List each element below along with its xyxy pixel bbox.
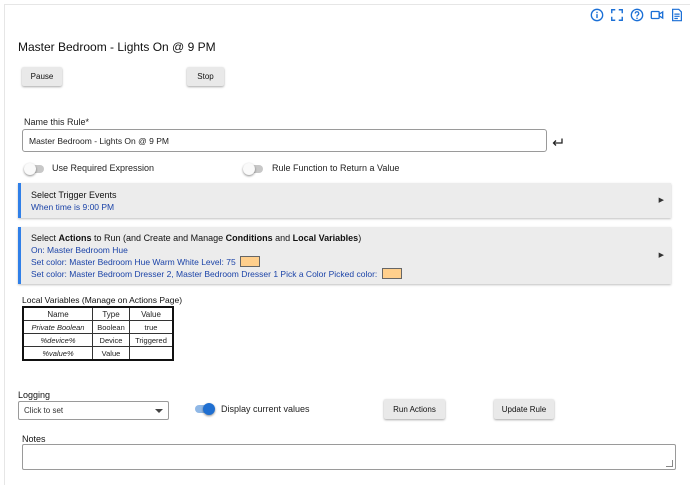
return-icon — [552, 138, 563, 149]
action-line-1: On: Master Bedroom Hue — [31, 245, 128, 255]
fullscreen-icon[interactable] — [610, 8, 624, 22]
column-header: Type — [92, 306, 130, 321]
video-icon[interactable] — [650, 8, 664, 22]
info-icon[interactable] — [590, 8, 604, 22]
logging-select-value: Click to set — [24, 406, 64, 415]
title-bold-conditions: Conditions — [225, 233, 273, 243]
expand-arrow-icon: ▶ — [658, 197, 664, 204]
document-icon[interactable] — [670, 8, 684, 22]
color-swatch — [381, 268, 402, 279]
update-rule-button[interactable]: Update Rule — [494, 399, 554, 419]
logging-label: Logging — [18, 390, 51, 400]
display-current-values-toggle[interactable] — [195, 403, 215, 415]
stop-button[interactable]: Stop — [187, 67, 224, 86]
pause-button[interactable]: Pause — [22, 67, 62, 86]
table-cell: Private Boolean — [22, 320, 93, 334]
chevron-down-icon — [155, 409, 163, 413]
page-title: Master Bedroom - Lights On @ 9 PM — [18, 40, 216, 54]
trigger-events-section[interactable]: Select Trigger Events When time is 9:00 … — [18, 183, 671, 218]
table-header-row: Name Type Value — [22, 306, 174, 321]
trigger-description: When time is 9:00 PM — [31, 202, 115, 212]
expand-arrow-icon: ▶ — [658, 252, 664, 259]
column-header: Name — [22, 306, 93, 321]
run-actions-button[interactable]: Run Actions — [384, 399, 445, 419]
local-variables-heading: Local Variables — [22, 295, 80, 305]
toggle-knob — [243, 163, 255, 175]
column-header: Value — [129, 306, 174, 321]
notes-textarea[interactable] — [22, 444, 676, 470]
action-line-2: Set color: Master Bedroom Hue Warm White… — [31, 256, 261, 267]
title-bold-local-variables: Local Variables — [292, 233, 359, 243]
title-text: to Run (and Create and Manage — [91, 233, 226, 243]
actions-section[interactable]: Select Actions to Run (and Create and Ma… — [18, 227, 671, 284]
toggle-knob — [24, 163, 36, 175]
table-row: %value% Value — [22, 346, 174, 361]
table-cell: %value% — [22, 346, 93, 361]
table-cell: true — [129, 320, 174, 334]
table-cell: Boolean — [92, 320, 130, 334]
trigger-section-title: Select Trigger Events — [31, 190, 117, 200]
title-bold-actions: Actions — [58, 233, 92, 243]
top-toolbar — [590, 8, 684, 22]
title-text: and — [272, 233, 293, 243]
actions-section-title: Select Actions to Run (and Create and Ma… — [31, 233, 361, 243]
title-text: ) — [358, 233, 362, 243]
color-swatch — [240, 256, 261, 267]
required-expression-toggle[interactable] — [24, 163, 44, 175]
table-cell: Value — [92, 346, 130, 361]
local-variables-table: Name Type Value Private Boolean Boolean … — [22, 306, 174, 361]
action-line-2-text: Set color: Master Bedroom Hue Warm White… — [31, 257, 236, 267]
help-icon[interactable] — [630, 8, 644, 22]
action-line-3-text: Set color: Master Bedroom Dresser 2, Mas… — [31, 269, 378, 279]
notes-label: Notes — [22, 434, 46, 444]
rule-function-label: Rule Function to Return a Value — [272, 163, 400, 173]
local-variables-subtitle: (Manage on Actions Page) — [81, 295, 183, 305]
table-cell — [129, 346, 174, 361]
resize-handle-icon[interactable] — [666, 460, 673, 467]
action-line-3: Set color: Master Bedroom Dresser 2, Mas… — [31, 268, 402, 279]
table-row: %device% Device Triggered — [22, 333, 174, 347]
toggle-knob — [203, 403, 215, 415]
table-cell: %device% — [22, 333, 93, 347]
table-cell: Triggered — [129, 333, 174, 347]
display-current-values-label: Display current values — [221, 404, 310, 414]
local-variables-title: Local Variables (Manage on Actions Page) — [22, 295, 182, 305]
logging-select[interactable]: Click to set — [18, 401, 169, 420]
rule-name-input[interactable] — [22, 129, 547, 152]
rule-name-label: Name this Rule* — [24, 117, 90, 127]
rule-function-toggle[interactable] — [243, 163, 263, 175]
title-text: Select — [31, 233, 59, 243]
required-expression-label: Use Required Expression — [52, 163, 155, 173]
table-cell: Device — [92, 333, 130, 347]
table-row: Private Boolean Boolean true — [22, 320, 174, 334]
